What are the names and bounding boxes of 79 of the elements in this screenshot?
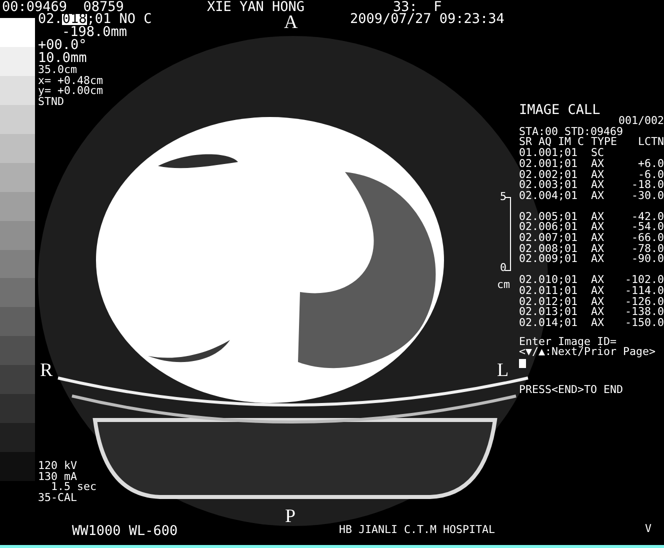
image-type: AX bbox=[591, 296, 606, 308]
hospital-name: HB JIANLI C.T.M HOSPITAL bbox=[339, 525, 496, 536]
corner-mark: V bbox=[645, 524, 652, 535]
image-id: 02.008;01 bbox=[519, 244, 579, 254]
orientation-label: L bbox=[497, 361, 509, 380]
patient-age-sex: 33: F bbox=[393, 1, 442, 13]
image-location: -150.0 bbox=[624, 318, 664, 329]
image-location: -30.0 bbox=[630, 190, 664, 202]
image-id: 01.001;01 bbox=[519, 148, 579, 159]
image-id: 02.011;01 bbox=[519, 286, 579, 297]
prompt-text: Enter Image ID= bbox=[519, 336, 618, 348]
image-location: -54.0 bbox=[630, 222, 664, 234]
image-location: -42.0 bbox=[630, 212, 664, 222]
image-type: AX bbox=[591, 158, 606, 170]
image-id: 02.005;01 bbox=[519, 212, 579, 222]
window-level: WW1000 WL-600 bbox=[72, 525, 178, 537]
patient-id: 00:09469 08759 bbox=[2, 1, 124, 13]
panel-title: IMAGE CALL bbox=[519, 104, 602, 116]
image-type: AX bbox=[591, 222, 606, 234]
image-id: 02.012;01 bbox=[519, 296, 579, 308]
image-parameter: STND bbox=[38, 97, 66, 108]
image-location: -114.0 bbox=[624, 286, 664, 297]
image-id: 02.002;01 bbox=[519, 170, 579, 180]
orientation-label: P bbox=[285, 507, 296, 526]
image-parameter: +00.0° bbox=[38, 39, 88, 52]
scale-unit: cm bbox=[497, 280, 510, 291]
image-parameter: 35.0cm bbox=[38, 65, 78, 76]
scale-label: 5 bbox=[500, 192, 507, 203]
page-number: 001/002 bbox=[617, 116, 664, 127]
image-location: -102.0 bbox=[624, 275, 664, 286]
navigation-hint: <▼/▲:Next/Prior Page> bbox=[519, 347, 657, 358]
image-type: AX bbox=[591, 275, 606, 286]
image-id: 02.006;01 bbox=[519, 222, 579, 234]
image-id: 02.009;01 bbox=[519, 254, 579, 266]
image-type: AX bbox=[591, 318, 606, 329]
image-id: 02.003;01 bbox=[519, 180, 579, 191]
image-type: AX bbox=[591, 190, 606, 202]
study-datetime: 2009/07/27 09:23:34 bbox=[350, 13, 504, 25]
image-id: 02.013;01 bbox=[519, 307, 579, 318]
study-info: STA:00 STD:09469 bbox=[519, 126, 624, 138]
image-type: AX bbox=[591, 307, 606, 318]
column-header: TYPE bbox=[591, 137, 618, 148]
image-location: -78.0 bbox=[630, 244, 664, 254]
image-location: -66.0 bbox=[630, 233, 664, 244]
image-location: -18.0 bbox=[630, 180, 664, 191]
image-id: 02.010;01 bbox=[519, 275, 579, 286]
image-location: -6.0 bbox=[638, 170, 664, 180]
image-parameter: x= +0.48cm bbox=[38, 76, 104, 86]
scan-parameter: 1.5 sec bbox=[51, 482, 97, 494]
column-header: SR AQ IM C bbox=[519, 137, 584, 148]
text-cursor bbox=[519, 359, 526, 368]
image-type: AX bbox=[591, 286, 606, 297]
image-id: 02.014;01 bbox=[519, 318, 579, 329]
column-header: LCTN bbox=[636, 137, 664, 148]
image-location: -138.0 bbox=[624, 307, 664, 318]
image-parameter: y= +0.00cm bbox=[38, 86, 104, 98]
image-id: 02.007;01 bbox=[519, 233, 579, 244]
image-type: AX bbox=[591, 244, 606, 254]
orientation-label: R bbox=[40, 361, 53, 380]
image-type: AX bbox=[591, 170, 606, 180]
scan-parameter: 130 mA bbox=[38, 472, 78, 482]
image-location: -126.0 bbox=[624, 296, 664, 308]
image-id: 02.004;01 bbox=[519, 190, 579, 202]
image-type: AX bbox=[591, 254, 606, 266]
image-parameter: -198.0mm bbox=[62, 26, 128, 39]
scan-parameter: 120 kV bbox=[38, 461, 78, 472]
image-id: 02.001;01 bbox=[519, 158, 579, 170]
image-type: AX bbox=[591, 212, 606, 222]
image-parameter: 10.0mm bbox=[38, 52, 88, 65]
scale-label: 0 bbox=[500, 263, 507, 274]
image-type: AX bbox=[591, 180, 606, 191]
image-location: -90.0 bbox=[630, 254, 664, 266]
image-location: +6.0 bbox=[636, 158, 664, 170]
scan-parameter: 35-CAL bbox=[38, 493, 78, 504]
orientation-label: A bbox=[284, 13, 298, 32]
patient-name: XIE YAN HONG bbox=[207, 1, 305, 13]
end-instruction: PRESS<END>TO END bbox=[519, 385, 624, 396]
image-type: AX bbox=[591, 233, 606, 244]
image-type: SC bbox=[591, 148, 606, 159]
